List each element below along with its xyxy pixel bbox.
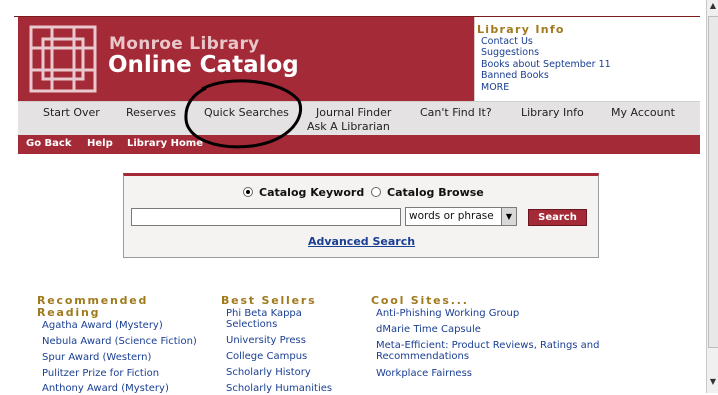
nav-my-account[interactable]: My Account [611, 106, 675, 119]
coolsites-heading: Cool Sites... [371, 294, 469, 307]
coolsites-link-dmarie[interactable]: dMarie Time Capsule [376, 324, 481, 336]
info-link-more[interactable]: MORE [481, 82, 509, 93]
bestsellers-link-sch-history[interactable]: Scholarly History [226, 367, 311, 379]
info-link-suggestions[interactable]: Suggestions [481, 47, 539, 58]
bestsellers-link-sch-humanities[interactable]: Scholarly Humanities [226, 383, 332, 395]
bestsellers-link-univ-press[interactable]: University Press [226, 335, 306, 347]
library-info-heading: Library Info [477, 23, 565, 36]
annotation-circle [184, 79, 302, 149]
search-type-select[interactable]: words or phrase ▼ [405, 207, 517, 226]
bestsellers-link-college[interactable]: College Campus [226, 351, 307, 363]
search-button[interactable]: Search [528, 209, 587, 226]
radio-catalog-browse[interactable] [371, 187, 381, 197]
scroll-down-arrow-icon[interactable]: ▼ [707, 376, 718, 388]
nav-cant-find-it[interactable]: Can't Find It? [420, 106, 492, 119]
scroll-up-arrow-icon[interactable]: ▲ [707, 0, 718, 12]
nav-journal-finder[interactable]: Journal Finder [316, 106, 391, 119]
advanced-search-link[interactable]: Advanced Search [308, 235, 415, 248]
recommended-link-spur[interactable]: Spur Award (Western) [42, 352, 151, 364]
info-link-banned-books[interactable]: Banned Books [481, 70, 549, 81]
bestsellers-link-selections[interactable]: Selections [226, 319, 277, 331]
utility-bar [18, 135, 700, 154]
nav-library-info[interactable]: Library Info [521, 106, 584, 119]
search-input[interactable] [131, 208, 401, 226]
chevron-down-icon[interactable]: ▼ [501, 208, 516, 225]
recommended-link-pulitzer[interactable]: Pulitzer Prize for Fiction [42, 368, 159, 380]
vertical-scrollbar[interactable]: ▲ ▼ [706, 0, 718, 393]
coolsites-link-recommendations[interactable]: Recommendations [376, 351, 469, 363]
radio-catalog-browse-label: Catalog Browse [387, 186, 484, 199]
radio-catalog-keyword[interactable] [243, 187, 253, 197]
go-back-link[interactable]: Go Back [26, 138, 72, 149]
recommended-heading-line2: Reading [37, 306, 101, 319]
scroll-thumb[interactable] [708, 16, 718, 348]
nav-ask-a-librarian[interactable]: Ask A Librarian [307, 120, 390, 133]
recommended-link-nebula[interactable]: Nebula Award (Science Fiction) [42, 336, 197, 348]
header-subtitle: Monroe Library [109, 34, 260, 54]
search-type-value: words or phrase [409, 210, 494, 222]
recommended-link-anthony[interactable]: Anthony Award (Mystery) [42, 383, 169, 395]
coolsites-link-apwg[interactable]: Anti-Phishing Working Group [376, 308, 519, 320]
info-link-contact-us[interactable]: Contact Us [481, 36, 533, 47]
library-logo-icon [29, 25, 97, 93]
help-link[interactable]: Help [87, 138, 113, 149]
info-link-sept11[interactable]: Books about September 11 [481, 59, 611, 70]
recommended-link-agatha[interactable]: Agatha Award (Mystery) [42, 320, 163, 332]
nav-reserves[interactable]: Reserves [126, 106, 176, 119]
nav-start-over[interactable]: Start Over [43, 106, 100, 119]
coolsites-link-workplace[interactable]: Workplace Fairness [376, 368, 472, 380]
radio-catalog-keyword-label: Catalog Keyword [259, 186, 365, 199]
header-title: Online Catalog [108, 52, 299, 78]
bestsellers-heading: Best Sellers [221, 294, 317, 307]
